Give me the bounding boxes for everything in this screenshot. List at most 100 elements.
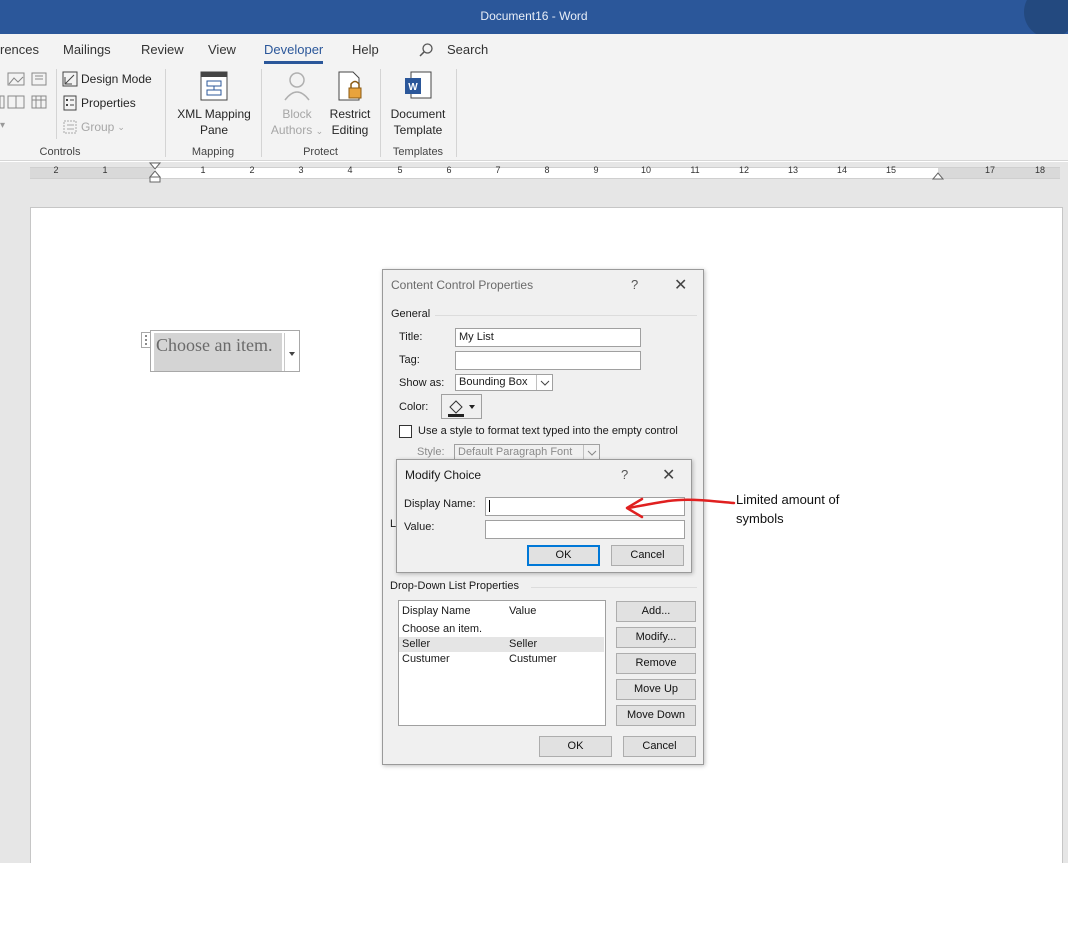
tab-review[interactable]: Review [141, 42, 184, 57]
list-item-display: Custumer [402, 653, 450, 665]
content-control-dropdown-button[interactable] [284, 333, 298, 371]
move-down-button[interactable]: Move Down [616, 705, 696, 726]
tab-help[interactable]: Help [352, 42, 379, 57]
block-authors-label-1: Block [282, 107, 312, 121]
text-cursor [489, 500, 490, 513]
modify-button[interactable]: Modify... [616, 627, 696, 648]
mapping-group-label: Mapping [191, 146, 235, 158]
picture-content-icon[interactable] [0, 72, 50, 89]
document-template-button[interactable]: W Document Template [384, 70, 452, 138]
ruler-number: 17 [984, 165, 996, 175]
annotation-line-2: symbols [736, 511, 784, 526]
ruler-number: 5 [397, 165, 403, 175]
group-label: Group [81, 120, 115, 134]
xml-mapping-label-1: XML Mapping [177, 107, 251, 121]
use-style-checkbox[interactable] [399, 425, 412, 438]
properties-icon [63, 95, 77, 111]
annotation-text: Limited amount of symbols [736, 490, 876, 528]
controls-group-label: Controls [39, 146, 81, 158]
title-label: Title: [399, 331, 423, 343]
properties-label: Properties [81, 96, 136, 110]
tag-input[interactable] [455, 351, 641, 370]
ruler-number: 3 [298, 165, 304, 175]
value-input[interactable] [485, 520, 685, 539]
style-value: Default Paragraph Font [458, 446, 573, 458]
list-header-value: Value [509, 605, 537, 617]
right-indent-marker[interactable] [931, 170, 945, 184]
dropdown-items-list[interactable]: Display Name Value Choose an item. Selle… [398, 600, 606, 726]
chevron-down-icon [583, 445, 599, 460]
modify-ok-button[interactable]: OK [527, 545, 600, 566]
ok-button[interactable]: OK [539, 736, 612, 757]
design-mode-button[interactable]: Design Mode [62, 71, 152, 87]
chevron-down-icon: ⌄ [117, 121, 125, 132]
ruler-number: 1 [200, 165, 206, 175]
profile-avatar[interactable] [1024, 0, 1068, 38]
search-label[interactable]: Search [447, 42, 488, 57]
tab-mailings[interactable]: Mailings [63, 42, 111, 57]
list-header-display: Display Name [402, 605, 471, 617]
show-as-value: Bounding Box [459, 376, 528, 388]
group-button[interactable]: Group ⌄ [62, 119, 125, 135]
ribbon-tabs: rences Mailings Review View Developer He… [0, 34, 1068, 64]
title-bar: Document16 - Word [0, 0, 1068, 38]
chevron-down-icon [536, 375, 552, 390]
group-icon [63, 120, 77, 134]
legacy-tools-icon[interactable]: ▾ [0, 120, 5, 131]
ruler-number: 12 [738, 165, 750, 175]
design-mode-label: Design Mode [81, 72, 152, 86]
tab-references[interactable]: rences [0, 42, 39, 57]
use-style-label: Use a style to format text typed into th… [418, 425, 678, 437]
cancel-button[interactable]: Cancel [623, 736, 696, 757]
restrict-editing-button[interactable]: Restrict Editing [324, 70, 376, 138]
help-button[interactable]: ? [621, 467, 628, 482]
color-label: Color: [399, 401, 429, 413]
general-section-label: General [391, 308, 431, 320]
style-label: Style: [417, 446, 445, 458]
tab-developer[interactable]: Developer [264, 42, 324, 64]
modify-cancel-button[interactable]: Cancel [611, 545, 684, 566]
close-icon[interactable]: ✕ [674, 275, 687, 295]
content-control-handle[interactable] [141, 332, 151, 348]
building-block-icon[interactable] [0, 95, 50, 112]
ruler-number: 7 [495, 165, 501, 175]
remove-button[interactable]: Remove [616, 653, 696, 674]
block-authors-label-2: Authors [270, 123, 313, 137]
close-icon[interactable]: ✕ [662, 465, 675, 485]
ruler-number: 8 [544, 165, 550, 175]
value-label: Value: [404, 521, 435, 533]
ruler-number: 6 [446, 165, 452, 175]
ribbon: ▾ Design Mode Properties Group ⌄ Control… [0, 64, 1068, 161]
ruler-number: 15 [885, 165, 897, 175]
window-title: Document16 - Word [480, 9, 588, 23]
ruler-number: 9 [593, 165, 599, 175]
xml-mapping-label-2: Pane [199, 123, 229, 137]
block-authors-button[interactable]: Block Authors ⌄ [268, 70, 326, 139]
xml-mapping-pane-button[interactable]: XML Mapping Pane [170, 70, 258, 138]
move-up-button[interactable]: Move Up [616, 679, 696, 700]
search-icon[interactable] [418, 42, 434, 61]
list-item[interactable]: Custumer Custumer [399, 652, 604, 667]
modify-dialog-title: Modify Choice [405, 468, 482, 482]
ruler-number: 18 [1034, 165, 1046, 175]
help-button[interactable]: ? [631, 277, 638, 292]
show-as-select[interactable]: Bounding Box [455, 374, 553, 391]
list-item-value: Custumer [509, 653, 557, 665]
list-item[interactable]: Choose an item. [399, 622, 604, 637]
dropdown-content-control[interactable]: Choose an item. [141, 330, 300, 372]
color-picker-button[interactable] [441, 394, 482, 419]
ruler-number: 10 [640, 165, 652, 175]
horizontal-ruler[interactable]: 2 1 1 2 3 4 5 6 7 8 9 10 11 12 13 14 15 … [0, 162, 1068, 184]
document-template-label-1: Document [390, 107, 446, 121]
block-authors-icon [284, 72, 310, 101]
svg-text:W: W [408, 82, 418, 93]
ccp-dialog-title: Content Control Properties [391, 278, 534, 292]
list-item[interactable]: Seller Seller [399, 637, 604, 652]
properties-button[interactable]: Properties [62, 95, 136, 111]
add-button[interactable]: Add... [616, 601, 696, 622]
tab-view[interactable]: View [208, 42, 236, 57]
title-input[interactable]: My List [455, 328, 641, 347]
content-control-placeholder: Choose an item. [154, 333, 282, 371]
dropdown-section-label: Drop-Down List Properties [390, 580, 519, 592]
document-template-label-2: Template [393, 123, 443, 137]
